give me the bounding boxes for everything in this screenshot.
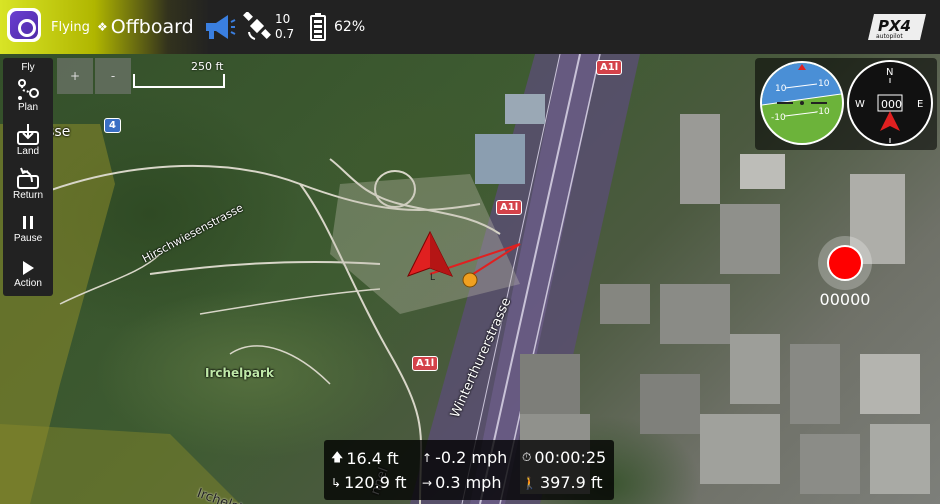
- ground-speed-icon: →: [422, 475, 433, 490]
- road-sign: A1l: [412, 356, 439, 371]
- map-scale: 250 ft: [133, 60, 225, 88]
- px4-logo: PX4 autopilot: [868, 0, 934, 54]
- megaphone-icon: [206, 15, 236, 39]
- px4-logo-mark: PX4 autopilot: [868, 14, 926, 40]
- gps-satellite-count: 10: [275, 12, 291, 26]
- vertical-speed-group: ↑ -0.2 mph: [422, 448, 507, 467]
- pitch-label: -10: [815, 107, 830, 117]
- pitch-label: 10: [775, 84, 787, 94]
- pause-tool-label: Pause: [13, 233, 43, 244]
- flight-mode-selector[interactable]: ❖ Offboard: [97, 0, 194, 54]
- distance-home-group: ↳ 120.9 ft: [331, 473, 407, 492]
- distance-group: 🚶 397.9 ft: [522, 473, 602, 492]
- qgroundcontrol-window: L strasse Hirschwiesenstrasse Winterthur…: [0, 0, 940, 504]
- instrument-panel: 10 10 -10 -10 N W E 000: [755, 58, 937, 150]
- flight-mode-icon: ❖: [97, 20, 108, 34]
- altitude-value-group: 🡅 16.4 ft: [331, 448, 399, 469]
- svg-text:autopilot: autopilot: [876, 33, 903, 40]
- action-tool-button[interactable]: Action: [3, 258, 53, 289]
- park-label: Irchelpark: [205, 366, 274, 380]
- pitch-label: -10: [771, 113, 786, 123]
- route-sign: 4: [104, 118, 121, 133]
- timer-icon: ⏱: [522, 450, 532, 464]
- map-scale-label: 250 ft: [191, 60, 224, 73]
- land-tool-label: Land: [16, 146, 40, 157]
- battery-indicator[interactable]: 62%: [310, 0, 365, 54]
- road-sign: A1l: [496, 200, 523, 215]
- battery-percent: 62%: [334, 19, 366, 35]
- attitude-indicator: 10 10 -10 -10: [760, 61, 844, 145]
- pause-icon: [23, 216, 33, 229]
- app-logo-button[interactable]: [7, 8, 41, 42]
- instrument-graphics: 10 10 -10 -10 N W E 000: [760, 60, 933, 146]
- map-scale-bar: [133, 74, 225, 88]
- compass-east: E: [917, 99, 923, 110]
- gps-hdop: 0.7: [275, 27, 295, 41]
- home-marker-label: L: [430, 273, 436, 283]
- play-icon: [23, 261, 34, 275]
- return-tool-label: Return: [12, 190, 43, 201]
- flight-time-group: ⏱ 00:00:25: [522, 448, 606, 467]
- telemetry-panel[interactable]: 🡅 16.4 ft ↑ -0.2 mph ⏱ 00:00:25 ↳ 120.9 …: [324, 440, 614, 500]
- compass-indicator: N W E 000: [847, 60, 933, 146]
- messages-indicator[interactable]: [202, 0, 236, 54]
- pause-tool-button[interactable]: Pause: [3, 213, 53, 244]
- battery-icon: [310, 13, 326, 41]
- plan-route-icon: [18, 79, 39, 100]
- road-sign: A1l: [596, 60, 623, 75]
- record-icon: [827, 245, 863, 281]
- return-icon: [17, 167, 39, 189]
- gps-indicator[interactable]: 10 0.7: [243, 0, 294, 54]
- vehicle-status[interactable]: Flying: [51, 0, 90, 54]
- return-tool-button[interactable]: Return: [3, 166, 53, 201]
- fly-tool-button[interactable]: Fly: [3, 62, 53, 73]
- record-counter: 00000: [819, 290, 871, 309]
- action-tool-label: Action: [14, 278, 42, 289]
- top-toolbar: Flying ❖ Offboard 10 0.7 62% PX4 autopil…: [0, 0, 940, 54]
- pitch-label: 10: [818, 79, 830, 89]
- flight-mode-label: Offboard: [110, 16, 194, 38]
- ground-speed-value: 0.3 mph: [435, 473, 502, 492]
- compass-west: W: [855, 99, 865, 110]
- compass-heading: 000: [881, 98, 902, 111]
- plan-tool-label: Plan: [17, 102, 38, 113]
- plan-tool-button[interactable]: Plan: [3, 76, 53, 113]
- walking-icon: 🚶: [522, 475, 537, 490]
- land-tool-button[interactable]: Land: [3, 122, 53, 157]
- vertical-speed-icon: ↑: [422, 450, 433, 465]
- altitude-value: 16.4 ft: [346, 449, 399, 468]
- ground-speed-group: → 0.3 mph: [422, 473, 501, 492]
- land-icon: [17, 124, 39, 145]
- flight-time-value: 00:00:25: [534, 448, 607, 467]
- left-tool-strip: Fly Plan Land Return Pause Action: [3, 58, 53, 296]
- compass-north: N: [886, 67, 893, 78]
- zoom-out-button[interactable]: -: [95, 58, 131, 94]
- zoom-in-button[interactable]: +: [57, 58, 93, 94]
- fly-tool-label: Fly: [21, 62, 35, 73]
- satellite-icon: [243, 12, 271, 40]
- distance-home-value: 120.9 ft: [344, 473, 407, 492]
- vertical-speed-value: -0.2 mph: [435, 448, 508, 467]
- distance-home-icon: ↳: [331, 475, 342, 490]
- record-button[interactable]: [818, 236, 872, 290]
- altitude-icon: 🡅: [331, 450, 344, 464]
- distance-value: 397.9 ft: [539, 473, 603, 492]
